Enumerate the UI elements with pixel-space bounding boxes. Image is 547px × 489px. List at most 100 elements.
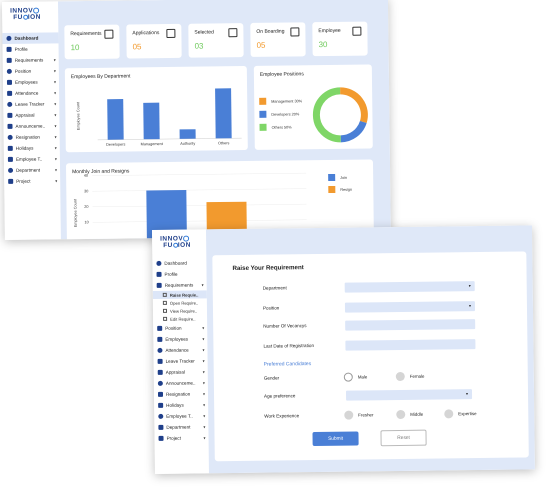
sidebar-item-8[interactable]: Employees ▾ bbox=[153, 333, 207, 345]
nav-icon bbox=[6, 46, 12, 52]
stat-card-1[interactable]: Applications 05 bbox=[126, 23, 182, 59]
sidebar-item-13[interactable]: Resignation ▾ bbox=[154, 388, 208, 400]
bar-0 bbox=[107, 99, 124, 140]
experience-fresher-radio[interactable]: Fresher bbox=[344, 410, 374, 420]
last-date-label: Last Date of Registration bbox=[263, 343, 315, 349]
nav-icon bbox=[158, 413, 164, 419]
brand-line2b: ION bbox=[27, 13, 41, 22]
chevron-down-icon: ▾ bbox=[54, 90, 57, 96]
sidebar-item-10[interactable]: Leave Tracker ▾ bbox=[154, 355, 208, 367]
sidebar-item-label: Resignation bbox=[165, 391, 191, 397]
sidebar-item-label: Appraisal bbox=[15, 112, 35, 118]
stat-icon bbox=[228, 28, 238, 38]
stat-card-4[interactable]: Employee 30 bbox=[312, 21, 368, 57]
nav-icon bbox=[7, 134, 13, 140]
chevron-down-icon: ▾ bbox=[468, 303, 471, 309]
stat-title: On Boarding bbox=[256, 28, 285, 35]
sidebar-item-1[interactable]: Profile bbox=[152, 268, 206, 280]
chevron-down-icon: ▾ bbox=[203, 435, 206, 441]
chevron-down-icon: ▾ bbox=[202, 325, 205, 331]
stat-title: Employee bbox=[318, 27, 341, 35]
submit-button[interactable]: Submit bbox=[312, 431, 359, 447]
experience-expertise-radio[interactable]: Expertise bbox=[444, 409, 477, 419]
sidebar-item-label: Dashboard bbox=[164, 260, 187, 266]
brand-line2a: FU bbox=[163, 242, 173, 250]
position-select[interactable]: ▾ bbox=[344, 301, 476, 313]
document-icon bbox=[162, 308, 168, 313]
last-date-input[interactable] bbox=[345, 339, 476, 351]
sidebar-item-label: Profile bbox=[14, 46, 28, 52]
requirement-form-card: Raise Your Requirement Department ▾ Posi… bbox=[212, 251, 529, 462]
sidebar-item-15[interactable]: Employee T.. ▾ bbox=[154, 410, 208, 422]
stat-card-2[interactable]: Selected 03 bbox=[188, 23, 244, 58]
sidebar-item-7[interactable]: Position ▾ bbox=[153, 322, 207, 334]
sidebar-item-3[interactable]: Position ▾ bbox=[3, 65, 59, 77]
nav-icon bbox=[156, 282, 162, 288]
sidebar-item-16[interactable]: Department ▾ bbox=[154, 421, 208, 433]
sidebar-item-7[interactable]: Appraisal ▾ bbox=[3, 109, 59, 121]
nav-icon bbox=[157, 358, 163, 364]
dashboard-window: INNOV FU ION Dashboard Profile Requirements… bbox=[2, 0, 391, 240]
sidebar-item-label: Employees bbox=[14, 79, 38, 85]
sidebar-item-12[interactable]: Announceme.. ▾ bbox=[154, 377, 208, 389]
chevron-down-icon: ▾ bbox=[55, 167, 58, 173]
stat-card-3[interactable]: On Boarding 05 bbox=[250, 22, 306, 57]
sidebar-item-9[interactable]: Resignation ▾ bbox=[4, 131, 60, 143]
sidebar-item-9[interactable]: Attendance ▾ bbox=[153, 344, 207, 356]
sidebar-item-11[interactable]: Appraisal ▾ bbox=[154, 366, 208, 378]
age-select[interactable]: ▾ bbox=[345, 389, 473, 401]
sidebar-item-label: Attendance bbox=[15, 90, 39, 96]
chevron-down-icon: ▾ bbox=[468, 283, 471, 289]
experience-middle-radio[interactable]: Middle bbox=[396, 409, 423, 420]
sidebar-item-5[interactable]: Attendance ▾ bbox=[3, 87, 59, 99]
sidebar-item-13[interactable]: Project ▾ bbox=[4, 175, 60, 187]
x-tick-label: Developers bbox=[106, 143, 125, 147]
stat-value: 05 bbox=[256, 40, 266, 50]
sidebar-item-12[interactable]: Department ▾ bbox=[4, 164, 60, 176]
sidebar-item-label: Holidays bbox=[166, 402, 184, 408]
chevron-down-icon: ▾ bbox=[202, 369, 205, 375]
position-label: Position bbox=[262, 305, 280, 311]
nav-icon bbox=[6, 35, 12, 41]
sidebar-item-4[interactable]: Employees ▾ bbox=[3, 76, 59, 88]
chevron-down-icon: ▾ bbox=[202, 358, 205, 364]
sidebar-item-label: Requirements bbox=[14, 57, 44, 63]
sidebar-item-10[interactable]: Holidays ▾ bbox=[4, 142, 60, 154]
sidebar-item-8[interactable]: Announceme.. ▾ bbox=[3, 120, 59, 132]
stat-value: 05 bbox=[132, 42, 142, 52]
stat-card-0[interactable]: Requirements 10 bbox=[64, 24, 120, 60]
gender-male-radio[interactable]: Male bbox=[343, 372, 368, 382]
chevron-down-icon: ▾ bbox=[202, 391, 206, 397]
reset-button[interactable]: Reset bbox=[380, 429, 427, 447]
sidebar-item-0[interactable]: Dashboard bbox=[152, 257, 206, 269]
sidebar-item-2[interactable]: Requirements ▾ bbox=[3, 54, 59, 66]
chevron-down-icon: ▾ bbox=[54, 112, 57, 118]
age-label: Age preference bbox=[264, 393, 296, 399]
x-tick-label: Others bbox=[218, 141, 230, 145]
dept-chart-card: Employees By Department Employee Count De… bbox=[64, 66, 248, 153]
stat-cards: Requirements 10 Applications 05 Selected 03 On… bbox=[58, 0, 388, 60]
sidebar-item-label: Project bbox=[16, 178, 31, 184]
gender-female-radio[interactable]: Female bbox=[395, 371, 425, 382]
sidebar-item-17[interactable]: Project ▾ bbox=[154, 432, 208, 444]
department-select[interactable]: ▾ bbox=[344, 281, 475, 293]
gridline bbox=[92, 219, 307, 223]
sidebar-item-1[interactable]: Profile bbox=[3, 43, 59, 55]
stat-title: Requirements bbox=[70, 30, 102, 38]
sidebar-item-14[interactable]: Holidays ▾ bbox=[154, 399, 208, 411]
experience-fresher-label: Fresher bbox=[358, 412, 374, 418]
experience-expertise-label: Expertise bbox=[458, 411, 477, 417]
sidebar-item-label: Project bbox=[166, 435, 181, 441]
sidebar-item-11[interactable]: Employee T.. ▾ bbox=[4, 153, 60, 165]
vacancy-input[interactable] bbox=[345, 319, 476, 331]
bar-2 bbox=[179, 129, 196, 139]
nav-icon bbox=[158, 424, 164, 430]
chevron-down-icon: ▾ bbox=[201, 282, 204, 288]
nav-icon bbox=[156, 260, 162, 266]
sidebar-item-2[interactable]: Requirements ▾ bbox=[153, 279, 207, 291]
sidebar: INNOV FU ION Dashboard Profile Requirements… bbox=[152, 229, 209, 474]
document-icon bbox=[162, 300, 167, 305]
sidebar-item-0[interactable]: Dashboard bbox=[2, 32, 59, 44]
dept-bar-chart: Employee Count Developers Management Author… bbox=[76, 88, 242, 147]
sidebar-item-6[interactable]: Leave Tracker ▾ bbox=[3, 98, 59, 110]
